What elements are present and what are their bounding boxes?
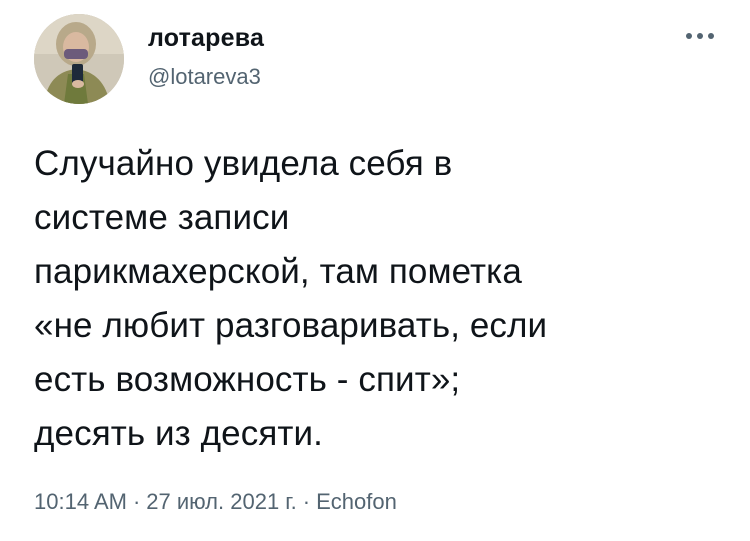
avatar[interactable] [34, 14, 124, 104]
meta-separator: · [302, 489, 311, 514]
tweet-time[interactable]: 10:14 AM [34, 489, 127, 514]
more-horizontal-icon [686, 33, 714, 39]
avatar-image [34, 14, 124, 104]
author-handle[interactable]: @lotareva3 [148, 64, 261, 90]
tweet-source[interactable]: Echofon [316, 489, 397, 514]
tweet-text: Случайно увидела себя в системе записи п… [34, 144, 548, 453]
more-options-button[interactable] [680, 22, 720, 50]
meta-separator: · [132, 489, 141, 514]
author-display-name[interactable]: лотарева [148, 24, 264, 53]
tweet-meta: 10:14 AM · 27 июл. 2021 г. · Echofon [34, 489, 397, 515]
tweet-card: лотарева @lotareva3 Случайно увидела себ… [0, 0, 750, 541]
tweet-date[interactable]: 27 июл. 2021 г. [146, 489, 296, 514]
